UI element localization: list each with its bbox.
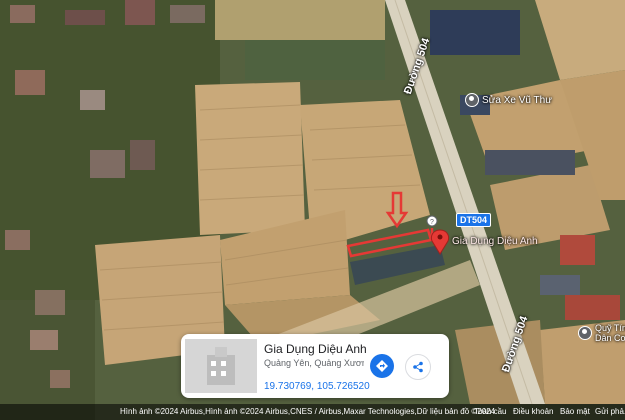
directions-button[interactable] [370,354,394,378]
share-button[interactable] [405,354,431,380]
green-field [245,40,385,80]
place-coordinates[interactable]: 19.730769, 105.726520 [264,381,370,392]
poi-pin-icon [465,93,479,107]
footer-link-feedback[interactable]: Gửi phả... [595,407,625,416]
directions-icon [376,360,388,372]
field-plot-1 [195,82,305,235]
footer-link-global[interactable]: Toàn cầu [474,407,506,416]
place-title[interactable]: Gia Dụng Diệu Anh [264,342,367,356]
poi-sua-xe[interactable]: Sửa Xe Vũ Thư [465,93,552,107]
poi-quy-tin[interactable]: Quỹ Tín Dân Cơ [578,323,625,343]
poi-label: Quỹ Tín Dân Cơ [595,323,625,343]
poi-label: Gia Dụng Diệu Anh [452,236,538,247]
village-area-lower [0,300,95,420]
building-thumbnail-icon [185,339,257,393]
info-marker-icon[interactable]: ? [426,215,438,227]
poi-pin-icon [578,326,592,340]
place-thumbnail[interactable] [185,339,257,393]
poi-gia-dung[interactable]: Gia Dụng Diệu Anh [452,236,538,247]
footer-link-terms[interactable]: Điều khoản [513,407,553,416]
place-card[interactable]: Gia Dụng Diệu Anh Quảng Yên, Quảng Xươn.… [181,334,449,398]
share-icon [413,361,423,373]
poi-label: Sửa Xe Vũ Thư [482,94,552,106]
svg-text:?: ? [430,219,434,226]
route-badge: DT504 [456,213,492,227]
field-top [215,0,385,40]
attribution-text: Hình ảnh ©2024 Airbus,Hình ảnh ©2024 Air… [120,407,496,416]
place-address: Quảng Yên, Quảng Xươn... [264,358,364,368]
footer-link-privacy[interactable]: Bảo mật [560,407,590,416]
map-footer: Hình ảnh ©2024 Airbus,Hình ảnh ©2024 Air… [0,404,625,420]
